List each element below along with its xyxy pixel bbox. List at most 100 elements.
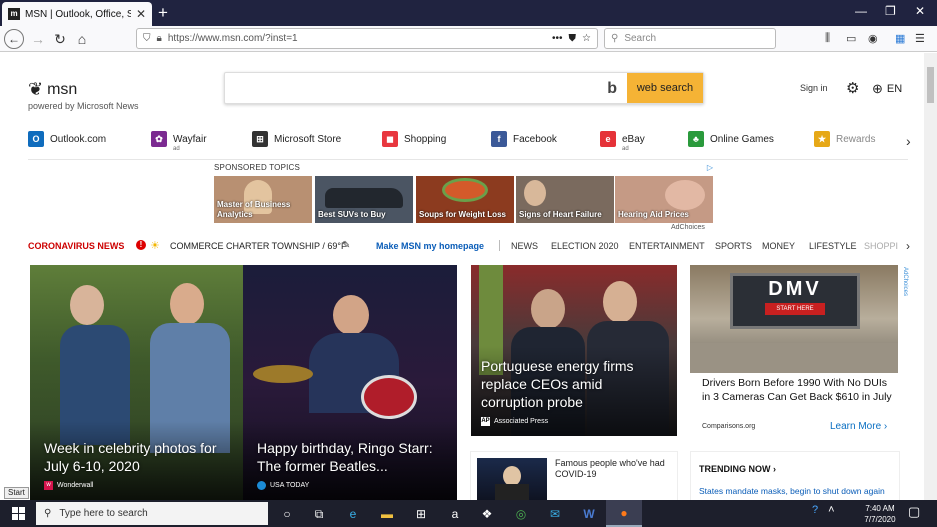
firefox-icon: ● [620,506,628,520]
close-tab-icon[interactable]: ✕ [136,7,146,21]
nav-entertainment[interactable]: ENTERTAINMENT [629,241,705,251]
edit-location-icon[interactable]: ✎ [342,240,350,251]
nav-next-icon[interactable]: › [906,239,910,253]
shield-icon[interactable]: ⛉ [143,33,151,44]
word-icon[interactable]: W [578,504,600,524]
quicklink-rewards[interactable]: ★ Rewards [814,131,875,147]
file-explorer-icon[interactable]: ▬ [376,504,398,524]
msn-logo[interactable]: ❦ msn [28,79,77,100]
account-icon[interactable]: ◉ [868,32,878,45]
nav-money[interactable]: MONEY [762,241,795,251]
quicklink-outlook[interactable]: O Outlook.com [28,131,106,147]
sponsored-item[interactable]: Hearing Aid Prices [615,176,713,223]
chevron-up-icon[interactable]: ˄ [828,504,834,516]
news-card-celebrity[interactable]: Week in celebrity photos for July 6-10, … [30,265,243,500]
nav-news[interactable]: NEWS [511,241,538,251]
gear-icon[interactable]: ⚙ [846,79,859,97]
news-card-famous-covid[interactable]: Famous people who've had COVID-19 [470,451,678,500]
mail-icon[interactable]: ✉ [544,504,566,524]
sponsored-item[interactable]: Signs of Heart Failure [516,176,614,223]
close-window-button[interactable]: ✕ [915,4,925,18]
browser-tab[interactable]: m MSN | Outlook, Office, Skype, B ✕ [2,2,152,26]
trending-label: TRENDING NOW [699,464,771,474]
card-caption[interactable]: Week in celebrity photos for July 6-10, … [44,439,233,475]
learn-more-link[interactable]: Learn More › [830,421,887,432]
quicklink-facebook[interactable]: f Facebook [491,131,557,147]
trending-heading[interactable]: TRENDING NOW › [699,464,776,474]
nav-election-2020[interactable]: ELECTION 2020 [551,241,619,251]
trending-item[interactable]: States mandate masks, begin to shut down… [699,486,885,496]
sponsored-item[interactable]: Soups for Weight Loss [416,176,514,223]
nav-sports[interactable]: SPORTS [715,241,752,251]
firefox-taskbar-button[interactable]: ● [606,500,642,527]
search-icon: ⚲ [44,508,52,519]
web-search-box[interactable]: b web search [224,72,704,104]
lock-icon[interactable]: 🔒︎ [157,33,162,44]
language-label: EN [886,83,903,95]
ad-headline[interactable]: Drivers Born Before 1990 With No DUIs in… [702,376,898,404]
bookmark-star-icon[interactable]: ☆ [582,33,591,44]
bing-icon: b [607,80,617,97]
browser-search-field[interactable]: ⚲ Search [604,28,776,49]
page-scrollbar[interactable] [924,53,937,500]
news-card-portuguese-energy[interactable]: Portuguese energy firms replace CEOs ami… [471,265,677,436]
quicklink-microsoft-store[interactable]: ⊞ Microsoft Store [252,131,341,147]
windows-start-icon[interactable] [12,507,25,520]
scrollbar-thumb[interactable] [927,67,934,103]
sidebar-icon[interactable]: ▭ [846,32,856,45]
help-icon[interactable]: ? [812,504,818,516]
nav-shopping[interactable]: SHOPPI [864,241,898,251]
coronavirus-news-link[interactable]: CORONAVIRUS NEWS [28,241,124,251]
url-text[interactable]: https://www.msn.com/?inst=1 [168,33,546,44]
nav-lifestyle[interactable]: LIFESTYLE [809,241,857,251]
quicklink-ebay[interactable]: e eBay ad [600,131,645,152]
quicklink-shopping[interactable]: ◼ Shopping [382,131,446,147]
quicklink-wayfair[interactable]: ✿ Wayfair ad [151,131,207,152]
library-icon[interactable]: ⫼ [825,32,830,45]
sponsored-item[interactable]: Master of Business Analytics [214,176,312,223]
language-selector[interactable]: ⊕ EN [872,81,902,97]
news-card-ringo[interactable]: Happy birthday, Ringo Starr: The former … [243,265,457,500]
msn-favicon-icon: m [8,8,20,20]
extensions-icon[interactable]: ▦ [895,32,905,45]
minimize-button[interactable]: — [855,4,867,18]
adchoices-vertical-label[interactable]: AdChoices [900,267,908,317]
shopping-bag-icon: ◼ [382,131,398,147]
cortana-icon[interactable]: ○ [276,504,298,524]
reload-button[interactable]: ↻ [50,29,70,49]
sponsored-heading: SPONSORED TOPICS [214,163,301,172]
make-homepage-link[interactable]: Make MSN my homepage [376,241,484,251]
quicklink-label: Outlook.com [50,133,107,145]
amazon-icon[interactable]: a [444,504,466,524]
quicklinks-next-icon[interactable]: › [906,133,911,149]
sponsored-item[interactable]: Best SUVs to Buy [315,176,413,223]
tripadvisor-icon[interactable]: ◎ [510,504,532,524]
web-search-button[interactable]: web search [627,73,703,103]
pocket-icon[interactable]: ⛊ [569,33,577,44]
page-actions-icon[interactable]: ••• [552,33,563,44]
card-caption[interactable]: Portuguese energy firms replace CEOs ami… [481,357,667,411]
ad-card-dmv[interactable]: DMV START HERE [690,265,898,373]
restore-button[interactable]: ❐ [885,4,896,18]
dropbox-icon[interactable]: ❖ [476,504,498,524]
microsoft-store-icon[interactable]: ⊞ [410,504,432,524]
new-tab-button[interactable]: + [158,3,168,23]
card-caption[interactable]: Happy birthday, Ringo Starr: The former … [257,439,447,475]
task-view-icon[interactable]: ⧉ [308,504,330,524]
address-bar[interactable]: ⛉ 🔒︎ https://www.msn.com/?inst=1 ••• ⛊ ☆ [136,28,598,49]
sponsored-topics: SPONSORED TOPICS ▷ Master of Business An… [214,163,713,233]
sign-in-link[interactable]: Sign in [800,83,828,93]
taskbar-search[interactable]: ⚲ Type here to search [36,502,268,525]
edge-icon[interactable]: e [342,504,364,524]
notification-icon[interactable]: ▢ [908,504,920,520]
menu-icon[interactable]: ☰ [915,32,925,45]
adchoices-icon[interactable]: ▷ [707,163,713,172]
forward-button[interactable]: → [28,29,48,49]
home-button[interactable]: ⌂ [72,29,92,49]
adchoices-link[interactable]: AdChoices [671,224,705,231]
weather-location[interactable]: COMMERCE CHARTER TOWNSHIP / 69°F [170,241,346,251]
system-clock[interactable]: 7:40 AM 7/7/2020 [860,503,900,525]
back-button[interactable]: ← [4,29,24,49]
quicklink-online-games[interactable]: ♣ Online Games [688,131,774,147]
alert-icon[interactable]: ! [136,240,146,250]
